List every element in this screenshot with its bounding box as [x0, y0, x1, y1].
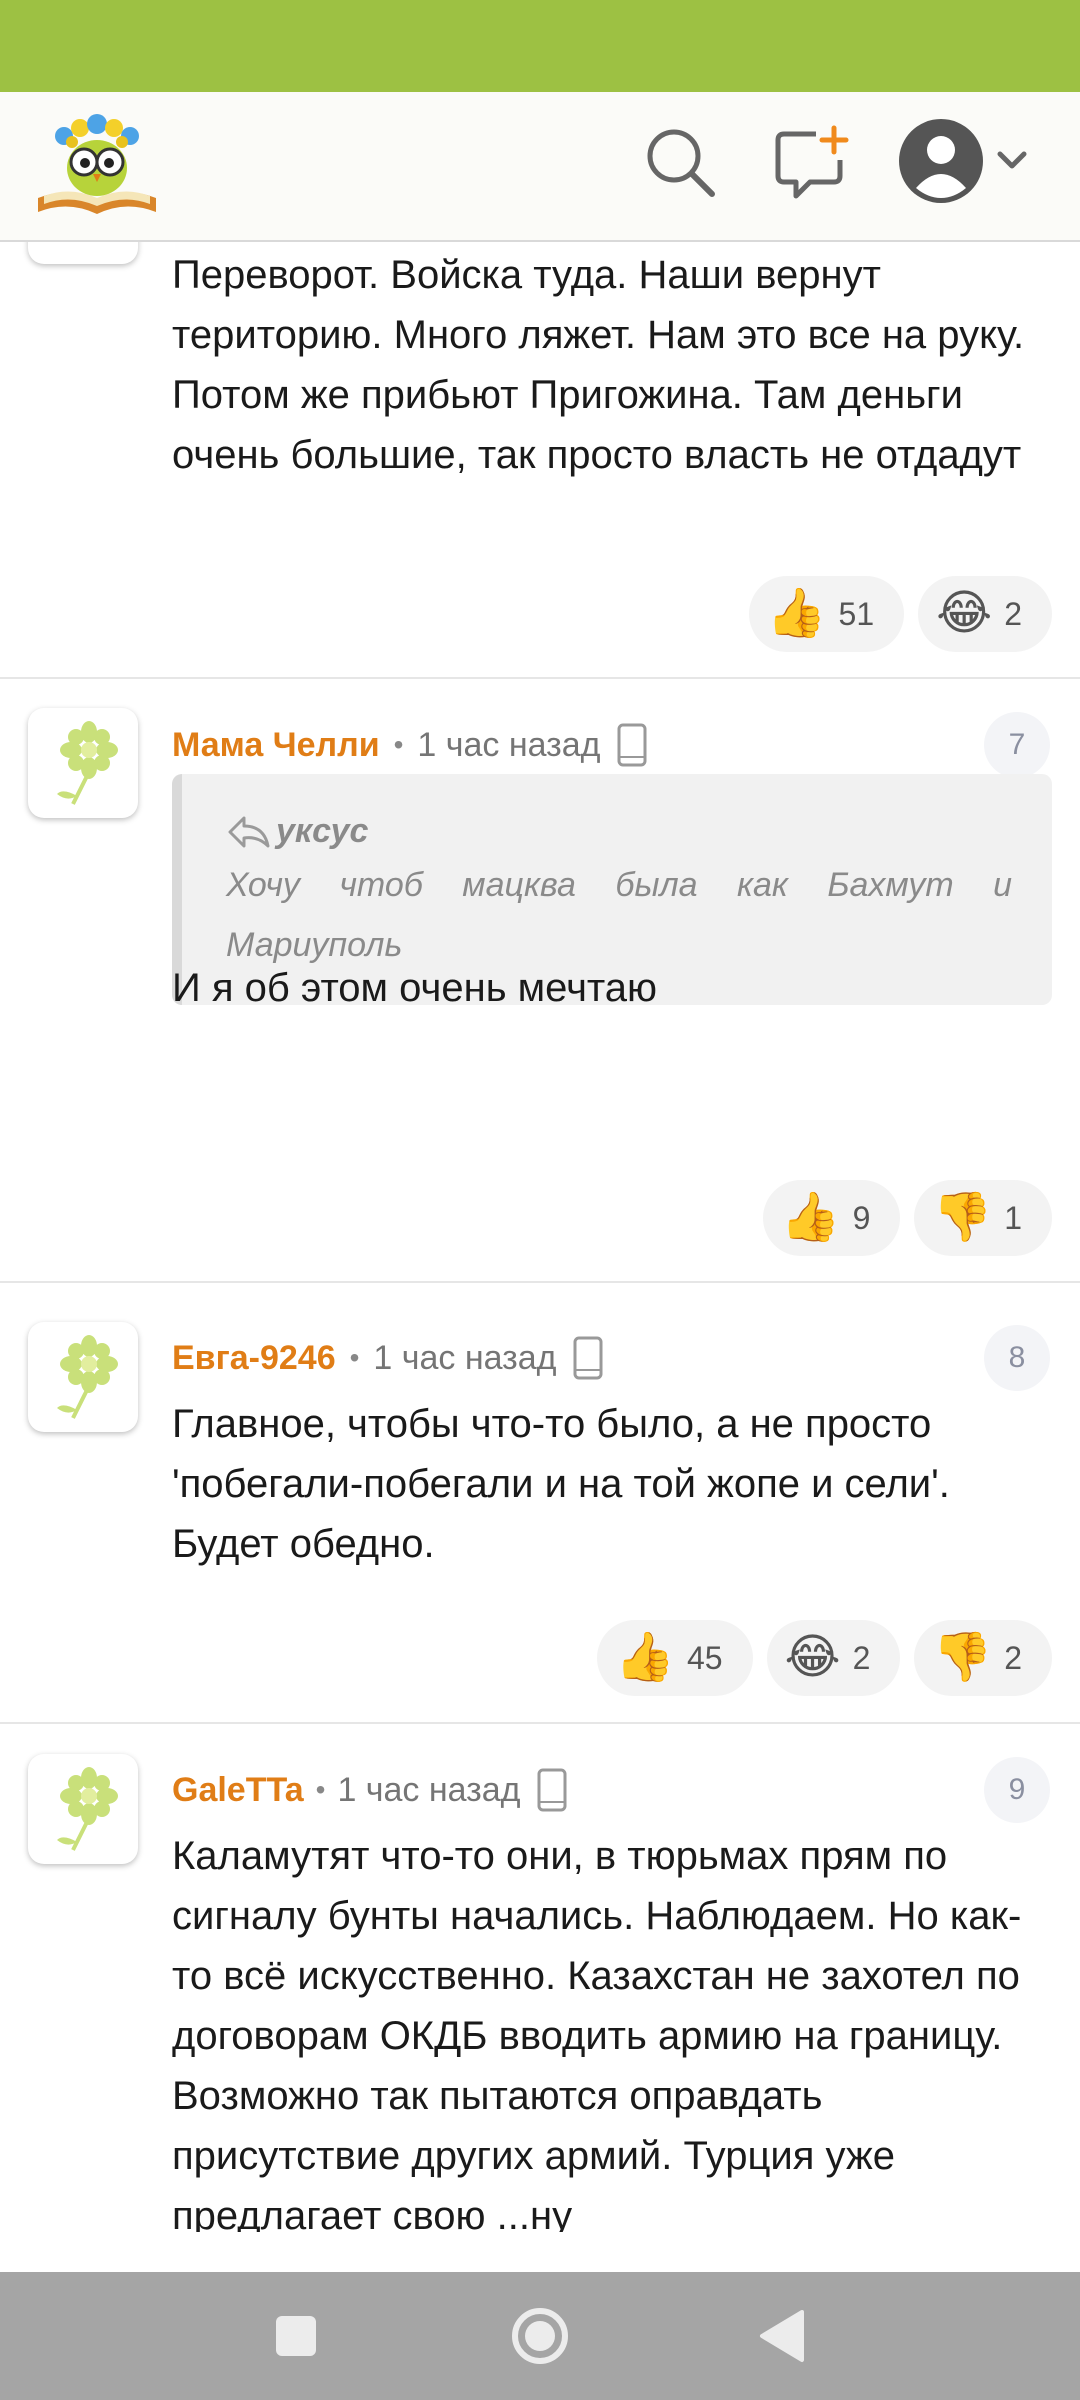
timestamp: 1 час назад: [373, 1338, 557, 1377]
thumbs-down-icon: 👎: [932, 1631, 993, 1684]
avatar[interactable]: [28, 242, 138, 264]
status-bar: [0, 0, 1080, 92]
laughing-icon: 😂: [936, 587, 993, 640]
avatar[interactable]: [28, 708, 138, 818]
reactions: 👍 9 👎 1: [762, 1180, 1052, 1256]
reaction-count: 9: [852, 1199, 871, 1236]
comment-meta: Евга-9246 • 1 час назад: [172, 1328, 603, 1388]
divider: [0, 1281, 1080, 1283]
app-header: [0, 92, 1080, 242]
separator-dot: •: [349, 1342, 360, 1373]
reaction-like[interactable]: 👍 51: [748, 576, 905, 652]
reaction-count: 1: [1004, 1199, 1022, 1236]
author-name[interactable]: GaleTTa: [172, 1771, 304, 1810]
reaction-dislike[interactable]: 👎 2: [914, 1620, 1052, 1696]
search-icon[interactable]: [640, 122, 720, 202]
comment-number[interactable]: 7: [984, 712, 1050, 778]
timestamp: 1 час назад: [337, 1770, 521, 1809]
new-comment-icon[interactable]: [772, 124, 852, 204]
author-name[interactable]: Мама Челли: [172, 726, 380, 765]
reaction-laugh[interactable]: 😂 2: [918, 576, 1052, 652]
comment-number[interactable]: 8: [984, 1325, 1050, 1391]
laughing-icon: 😂: [784, 1631, 841, 1684]
reaction-like[interactable]: 👍 45: [597, 1620, 753, 1696]
quote-author-name: уксус: [276, 812, 369, 850]
reaction-count: 51: [838, 595, 875, 632]
divider: [0, 1722, 1080, 1724]
mobile-device-icon: [537, 1768, 567, 1812]
reply-arrow-icon: [228, 816, 270, 847]
reactions: 👍 45 😂 2 👎 2: [597, 1620, 1052, 1696]
owl-on-book-logo[interactable]: [34, 106, 160, 224]
comment-text: И я об этом очень мечтаю: [172, 966, 658, 1010]
reaction-count: 2: [852, 1639, 871, 1676]
flower-icon: [57, 721, 118, 805]
quote-author[interactable]: уксус: [226, 812, 1012, 851]
comment-text: Переворот. Войска туда. Наши вернут тери…: [172, 253, 1025, 477]
recent-apps-icon[interactable]: [256, 2296, 336, 2376]
comment-text: Каламутят что-то они, в тюрьмах прям по …: [172, 1834, 1022, 2232]
comment-number[interactable]: 9: [984, 1757, 1050, 1823]
back-icon[interactable]: [744, 2296, 824, 2376]
separator-dot: •: [393, 729, 404, 760]
avatar[interactable]: [28, 1754, 138, 1864]
comment-text: Главное, чтобы что-то было, а не просто …: [172, 1402, 950, 1566]
user-avatar-icon[interactable]: [896, 116, 1040, 206]
thumbs-up-icon: 👍: [780, 1191, 841, 1244]
thumbs-up-icon: 👍: [615, 1631, 675, 1684]
reaction-like[interactable]: 👍 9: [762, 1180, 901, 1256]
system-nav-bar: [0, 2272, 1080, 2400]
reaction-count: 2: [1004, 1639, 1022, 1676]
flower-icon: [57, 1767, 118, 1851]
comments-feed[interactable]: Переворот. Войска туда. Наши вернут тери…: [0, 242, 1080, 2232]
thumbs-down-icon: 👎: [932, 1191, 993, 1244]
avatar[interactable]: [28, 1322, 138, 1432]
reaction-count: 45: [686, 1639, 723, 1676]
reactions: 👍 51 😂 2: [748, 576, 1052, 652]
comment-meta: Мама Челли • 1 час назад: [172, 715, 647, 775]
quote-text: Хочу чтоб мацква была как Бахмут и Мариу…: [226, 866, 1012, 964]
reaction-dislike[interactable]: 👎 1: [914, 1180, 1052, 1256]
divider: [0, 677, 1080, 679]
thumbs-up-icon: 👍: [766, 587, 827, 640]
mobile-device-icon: [617, 723, 646, 767]
reaction-count: 2: [1004, 595, 1022, 632]
separator-dot: •: [315, 1774, 326, 1805]
reaction-laugh[interactable]: 😂 2: [766, 1620, 901, 1696]
comment-meta: GaleTTa • 1 час назад: [172, 1760, 567, 1820]
flower-icon: [57, 1335, 118, 1419]
timestamp: 1 час назад: [417, 725, 601, 764]
author-name[interactable]: Евга-9246: [172, 1339, 336, 1378]
mobile-device-icon: [573, 1336, 602, 1380]
home-icon[interactable]: [500, 2296, 580, 2376]
